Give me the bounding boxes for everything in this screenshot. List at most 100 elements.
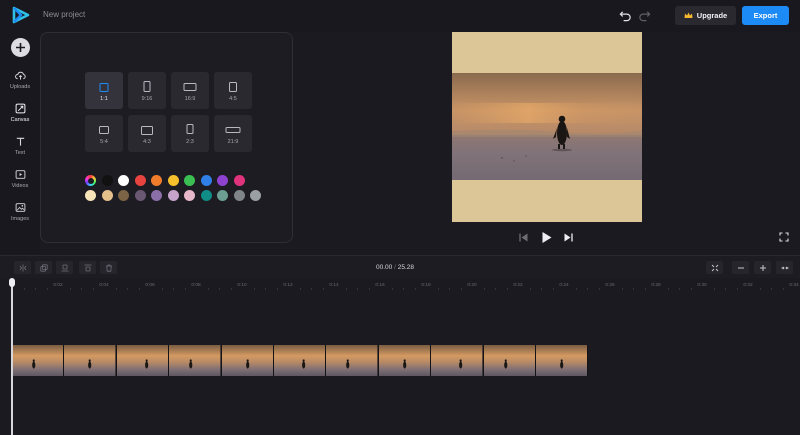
zoom-fit-button[interactable] — [776, 261, 793, 274]
redo-icon[interactable] — [638, 9, 651, 22]
fit-timeline-button[interactable] — [706, 261, 723, 274]
ratio-label: 1:1 — [100, 96, 108, 102]
zoom-out-button[interactable] — [732, 261, 749, 274]
timeline[interactable]: 00:020:040:060:080:100:120:140:160:180:2… — [0, 278, 800, 435]
align-top-icon — [84, 264, 91, 271]
ratio-5-4-icon — [99, 126, 109, 134]
color-swatch[interactable] — [217, 190, 228, 201]
ratio-option-4-3[interactable]: 4:3 — [128, 115, 166, 152]
ruler-tick-label: 0:26 — [605, 283, 615, 288]
ratio-option-9-16[interactable]: 9:16 — [128, 72, 166, 109]
color-swatch[interactable] — [118, 175, 129, 186]
ratio-option-4-5[interactable]: 4:5 — [214, 72, 252, 109]
clip-thumbnail — [221, 345, 274, 376]
ruler-minor-tick — [276, 288, 278, 290]
sidebar-item-images[interactable]: Images — [0, 202, 40, 232]
ratio-4-5-icon — [229, 82, 237, 92]
playhead-handle[interactable] — [9, 278, 15, 287]
ratio-option-1-1[interactable]: 1:1 — [85, 72, 123, 109]
color-swatch[interactable] — [151, 175, 162, 186]
ruler-minor-tick — [725, 288, 726, 290]
image-icon — [15, 203, 25, 212]
time-separator: / — [394, 264, 396, 271]
ruler-minor-tick — [644, 288, 646, 290]
add-media-button[interactable] — [11, 38, 30, 57]
ratio-label: 4:3 — [143, 139, 151, 145]
delete-button[interactable] — [100, 261, 117, 274]
ratio-label: 16:9 — [184, 96, 196, 102]
color-swatch[interactable] — [118, 190, 129, 201]
ruler-minor-tick — [414, 288, 416, 290]
color-swatch[interactable] — [151, 190, 162, 201]
color-swatch[interactable] — [184, 175, 195, 186]
upgrade-button[interactable]: Upgrade — [675, 6, 736, 25]
color-swatch[interactable] — [134, 175, 146, 186]
time-ruler[interactable]: 00:020:040:060:080:100:120:140:160:180:2… — [0, 278, 800, 292]
app-logo-icon[interactable] — [12, 6, 30, 24]
color-swatch[interactable] — [85, 190, 96, 201]
ruler-tick-label: 0:10 — [237, 283, 247, 288]
sidebar-item-videos[interactable]: Videos — [0, 169, 40, 199]
ratio-option-16-9[interactable]: 16:9 — [171, 72, 209, 109]
ruler-tick-label: 0:08 — [191, 283, 201, 288]
ratio-4-3-icon — [141, 126, 153, 135]
sidebar-item-canvas[interactable]: Canvas — [0, 103, 40, 133]
color-swatch[interactable] — [217, 175, 228, 186]
clip-thumbnail — [483, 345, 536, 376]
ruler-minor-tick — [633, 288, 634, 290]
color-swatch[interactable] — [233, 190, 245, 201]
clip-thumbnail — [12, 345, 65, 376]
play-icon[interactable] — [540, 231, 553, 244]
color-swatch[interactable] — [250, 190, 261, 201]
color-swatch[interactable] — [233, 175, 245, 186]
color-swatch[interactable] — [101, 190, 113, 201]
align-bottom-button[interactable] — [56, 261, 73, 274]
zoom-in-button[interactable] — [754, 261, 771, 274]
ruler-minor-tick — [391, 288, 393, 290]
fullscreen-icon[interactable] — [779, 232, 789, 242]
ratio-21-9-icon — [225, 127, 241, 133]
sidebar-item-label: Text — [14, 150, 26, 156]
color-swatch[interactable] — [200, 190, 212, 201]
ruler-tick-label: 0:16 — [375, 283, 385, 288]
video-preview-canvas[interactable] — [452, 32, 642, 222]
ruler-minor-tick — [437, 288, 439, 290]
ratio-option-2-3[interactable]: 2:3 — [171, 115, 209, 152]
ruler-minor-tick — [598, 288, 600, 290]
align-top-button[interactable] — [79, 261, 96, 274]
playhead-line[interactable] — [11, 280, 13, 435]
timecode: 00.00 / 25.28 — [376, 264, 414, 271]
sidebar-item-text[interactable]: Text — [0, 136, 40, 166]
color-swatch[interactable] — [200, 175, 212, 186]
ratio-option-5-4[interactable]: 5:4 — [85, 115, 123, 152]
color-swatch[interactable] — [184, 190, 195, 201]
collapse-arrows-icon — [781, 265, 788, 270]
custom-color-picker[interactable] — [85, 175, 96, 186]
ratio-label: 21:9 — [227, 139, 239, 145]
project-name[interactable]: New project — [43, 10, 85, 19]
export-button[interactable]: Export — [742, 6, 789, 25]
video-clip-track[interactable] — [12, 345, 588, 376]
plus-icon — [759, 264, 766, 271]
color-swatch[interactable] — [134, 190, 146, 201]
duplicate-button[interactable] — [35, 261, 52, 274]
split-icon — [19, 264, 26, 271]
sidebar-item-label: Uploads — [9, 84, 31, 90]
split-button[interactable] — [14, 261, 31, 274]
color-swatch[interactable] — [167, 190, 179, 201]
ruler-tick-label: 0:14 — [329, 283, 339, 288]
color-swatch[interactable] — [101, 175, 113, 186]
undo-icon[interactable] — [619, 9, 632, 22]
color-swatch[interactable] — [167, 175, 179, 186]
clip-thumbnail — [169, 345, 222, 376]
ratio-option-21-9[interactable]: 21:9 — [214, 115, 252, 152]
skip-forward-icon[interactable] — [563, 232, 574, 243]
penguin-video-frame — [452, 73, 642, 180]
skip-back-icon[interactable] — [518, 232, 529, 243]
ruler-minor-tick — [230, 288, 232, 290]
duplicate-icon — [39, 263, 48, 272]
ruler-minor-tick — [92, 288, 94, 290]
sidebar-item-label: Videos — [11, 183, 29, 189]
ruler-minor-tick — [403, 288, 404, 290]
sidebar-item-uploads[interactable]: Uploads — [0, 70, 40, 100]
